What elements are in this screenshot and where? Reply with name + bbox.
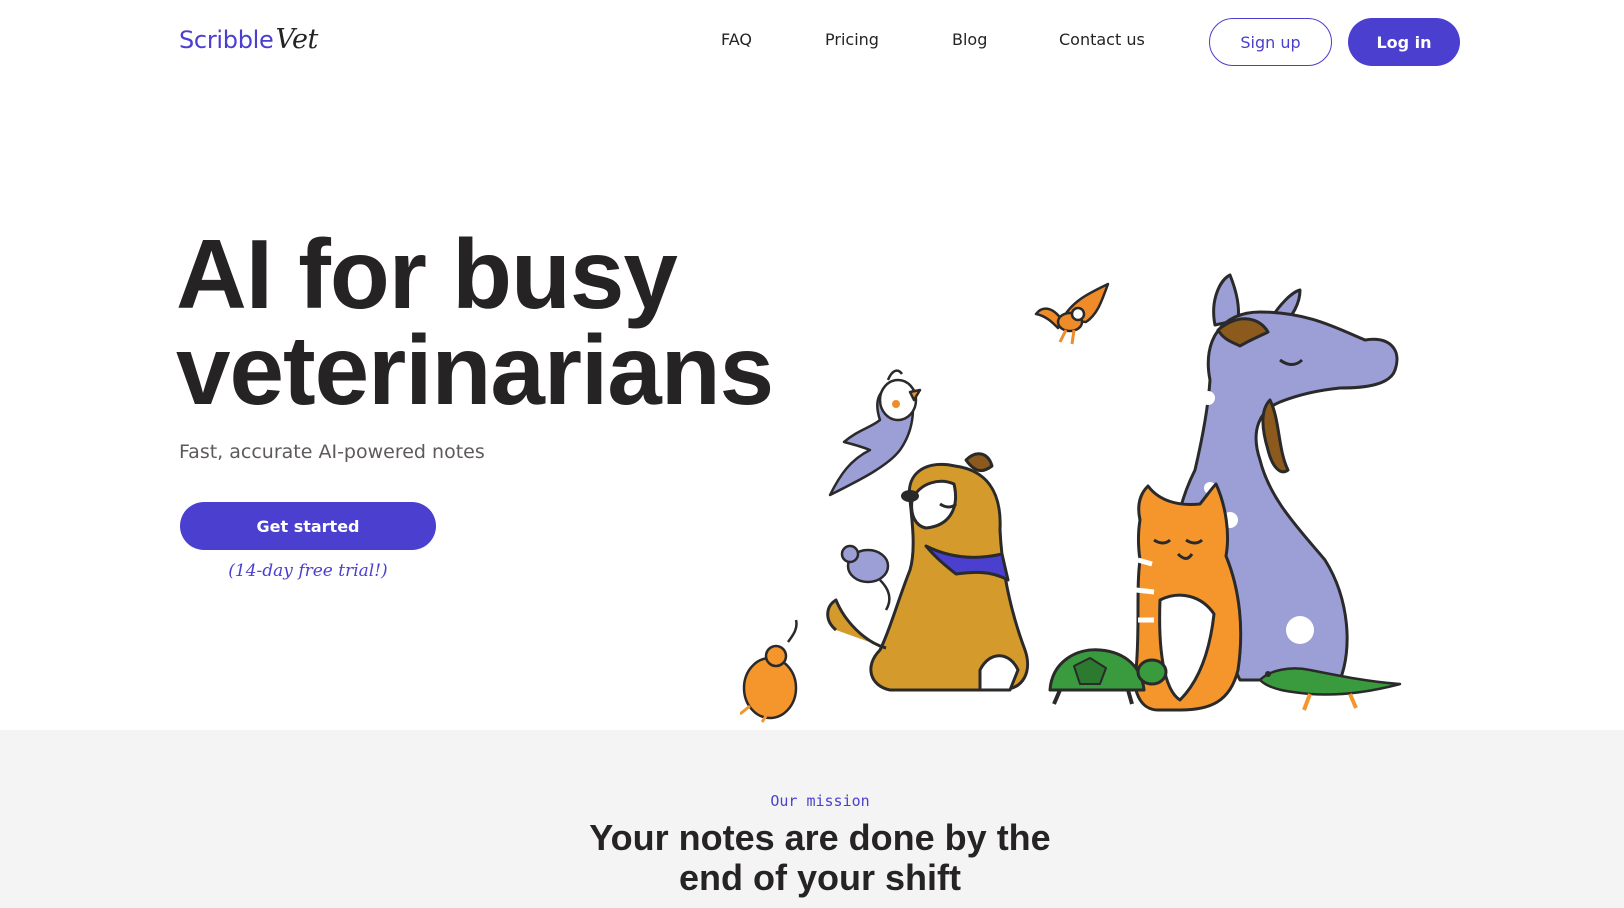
mission-section: Our mission Your notes are done by the e… — [0, 730, 1624, 908]
nav-blog[interactable]: Blog — [952, 30, 987, 54]
hero-title: AI for busy veterinarians — [176, 219, 816, 425]
mission-title: Your notes are done by the end of your s… — [0, 818, 1624, 898]
hero-subtitle: Fast, accurate AI-powered notes — [179, 441, 485, 463]
cockatiel-icon — [828, 369, 922, 497]
mouse-icon — [840, 544, 891, 611]
logo[interactable]: Scribble Vet — [179, 24, 318, 64]
nav-pricing[interactable]: Pricing — [825, 30, 879, 54]
hero-title-line-2: veterinarians — [176, 315, 774, 425]
get-started-button[interactable]: Get started — [180, 502, 436, 550]
nav-contact-us[interactable]: Contact us — [1059, 30, 1145, 54]
bird-icon — [1034, 282, 1110, 345]
hero-title-line-1: AI for busy — [176, 219, 678, 329]
mission-eyebrow: Our mission — [770, 792, 870, 810]
sign-up-button[interactable]: Sign up — [1209, 18, 1332, 66]
mission-title-line-1: Your notes are done by the — [589, 817, 1051, 858]
nav-faq[interactable]: FAQ — [721, 30, 752, 54]
logo-script: Vet — [275, 24, 318, 55]
lizard-icon — [1258, 667, 1402, 711]
logo-wordmark: Scribble — [179, 26, 274, 54]
trial-note: (14-day free trial!) — [228, 561, 388, 581]
mission-title-line-2: end of your shift — [679, 857, 961, 898]
site-header: Scribble Vet FAQ Pricing Blog Contact us… — [0, 0, 1624, 86]
hamster-icon — [740, 619, 798, 723]
log-in-button[interactable]: Log in — [1348, 18, 1460, 66]
animals-illustration — [740, 273, 1402, 723]
